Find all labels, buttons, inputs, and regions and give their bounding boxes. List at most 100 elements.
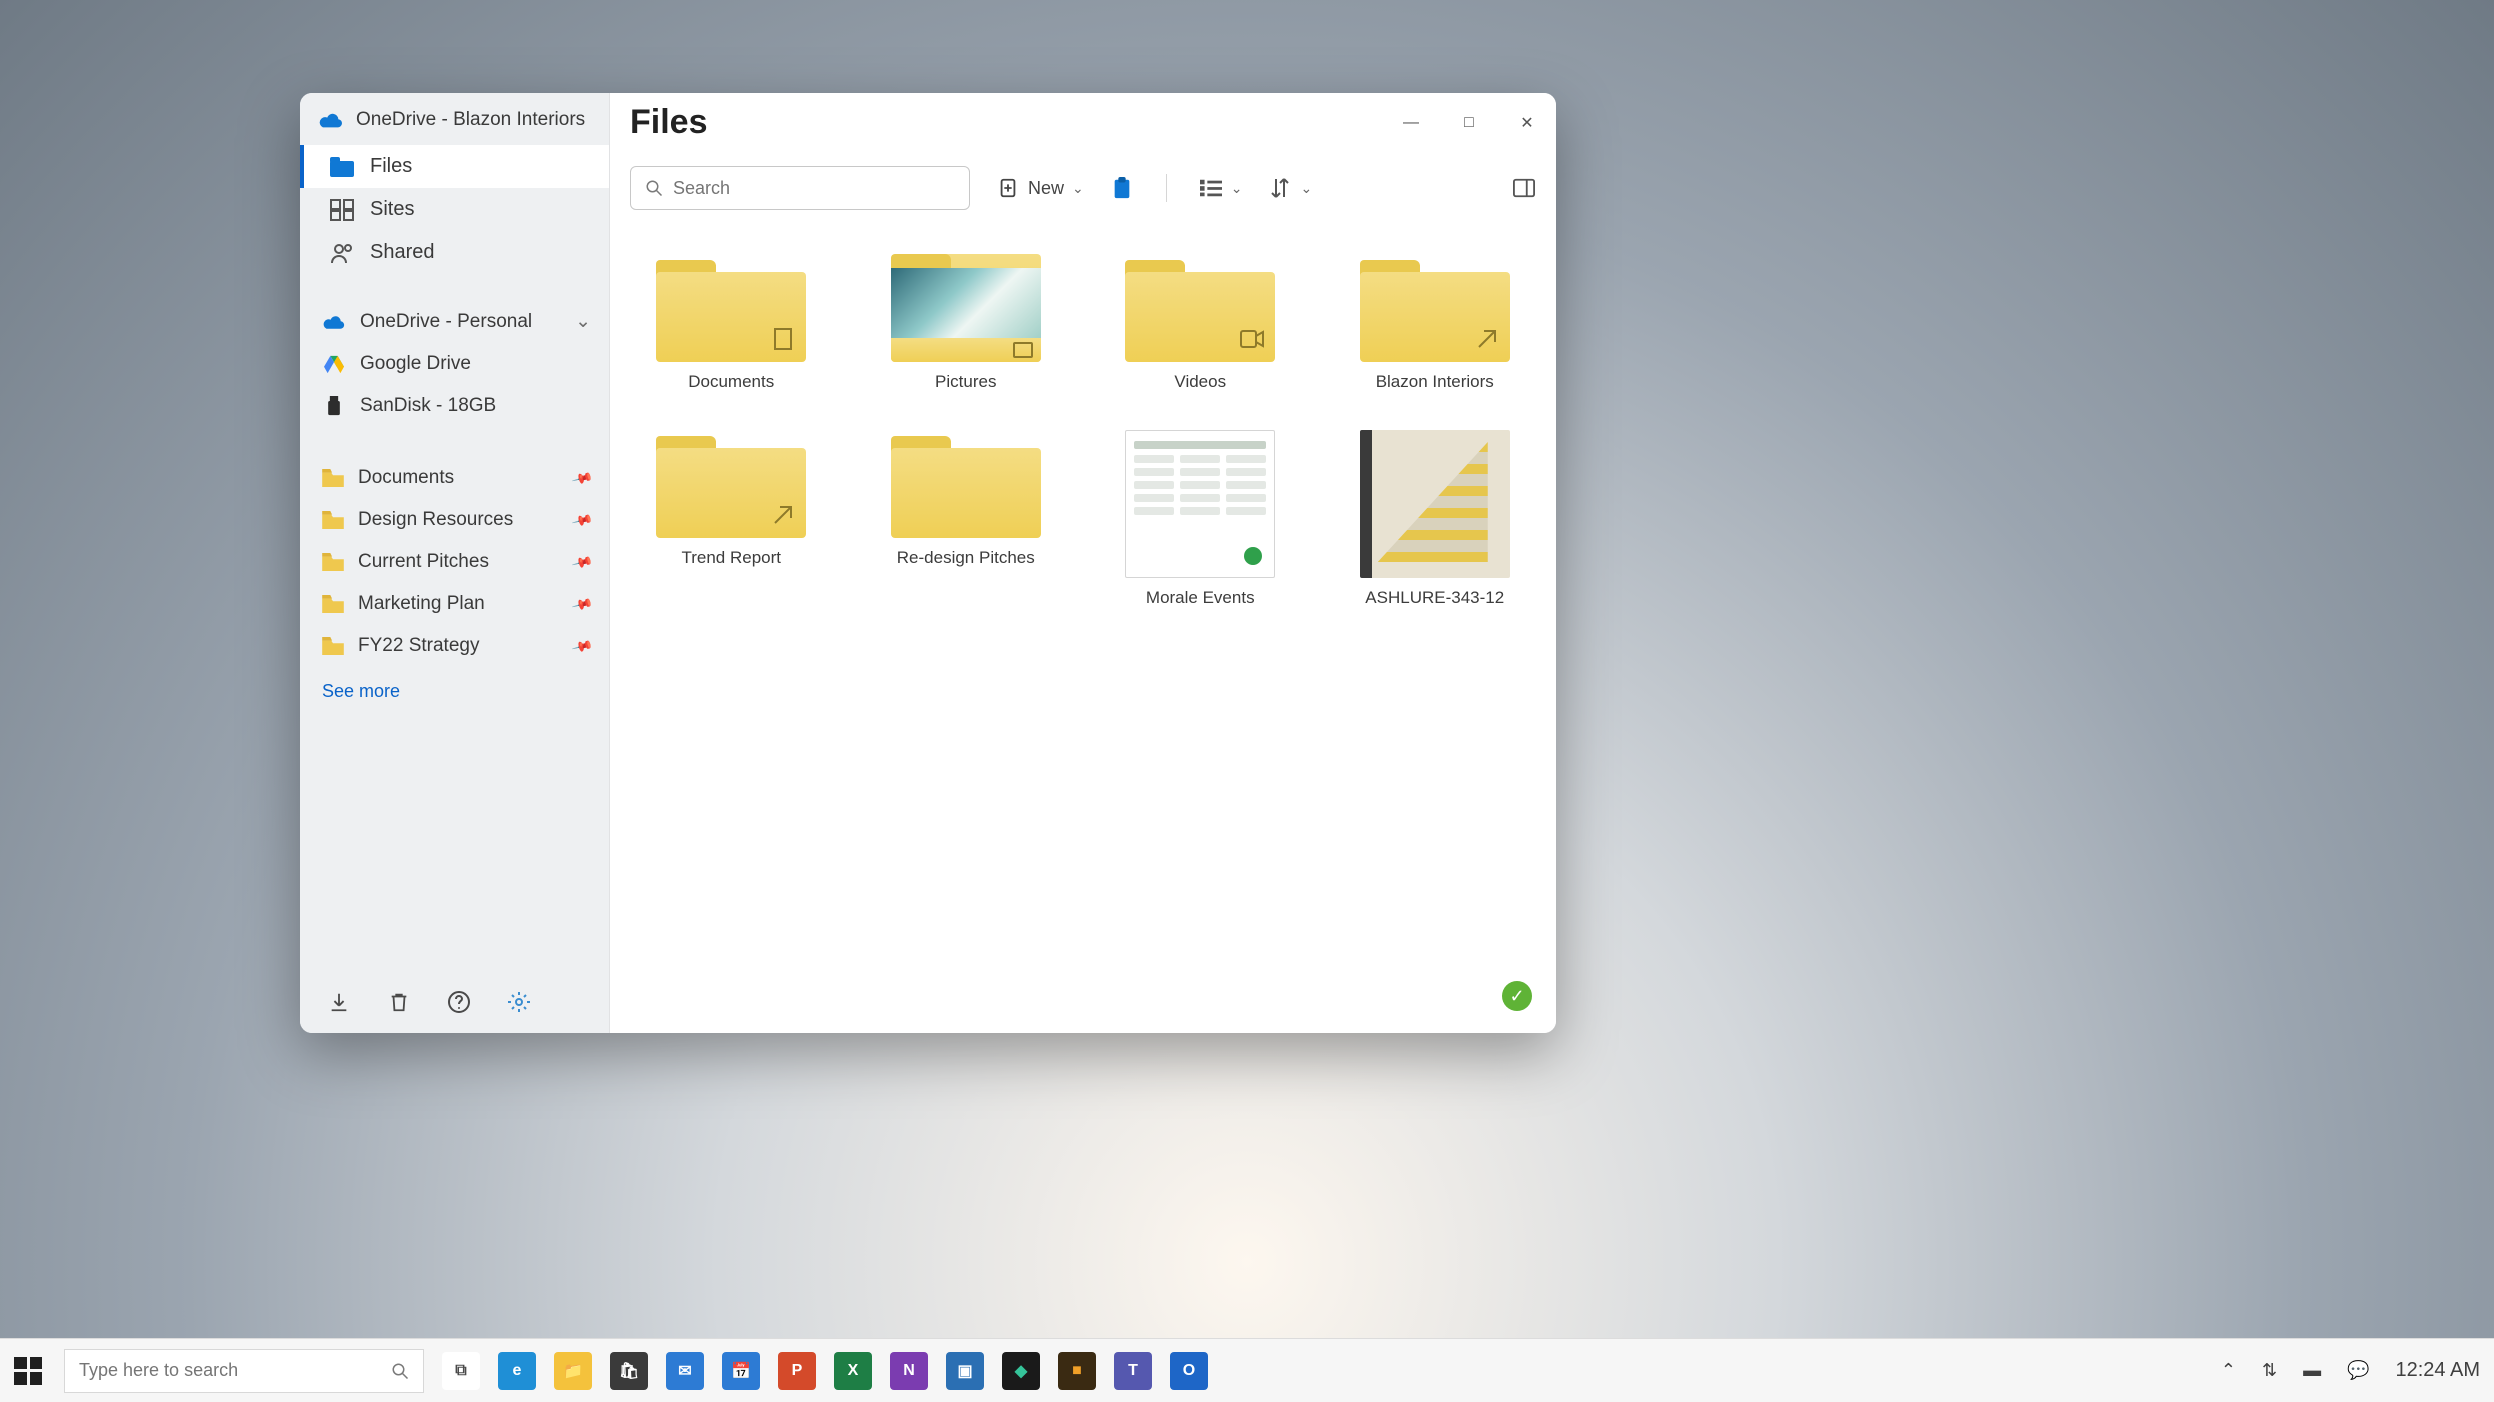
pinned-current-pitches[interactable]: Current Pitches 📌 — [300, 541, 609, 583]
nav-shared[interactable]: Shared — [300, 231, 609, 274]
search-box[interactable] — [630, 166, 970, 210]
tray-network-icon[interactable]: ⇅ — [2262, 1360, 2277, 1381]
taskbar-app-powerpoint[interactable]: P — [778, 1352, 816, 1390]
taskbar-app-edge[interactable]: e — [498, 1352, 536, 1390]
folder-pictures[interactable]: Pictures — [867, 254, 1066, 392]
folder-icon — [656, 254, 806, 362]
account-sandisk[interactable]: SanDisk - 18GB — [300, 385, 609, 427]
taskbar-app-excel[interactable]: X — [834, 1352, 872, 1390]
new-button[interactable]: New ⌄ — [996, 176, 1084, 200]
chevron-down-icon: ⌄ — [1300, 180, 1312, 197]
taskbar-app-photos[interactable]: ▣ — [946, 1352, 984, 1390]
new-icon — [996, 176, 1020, 200]
window-controls: — □ ✕ — [1396, 108, 1542, 138]
folder-blazon-interiors[interactable]: Blazon Interiors — [1336, 254, 1535, 392]
shared-icon — [330, 242, 354, 264]
file-ashlure[interactable]: ASHLURE-343-12 — [1336, 430, 1535, 608]
folder-documents[interactable]: Documents — [632, 254, 831, 392]
file-label: Videos — [1174, 372, 1226, 392]
folder-icon — [891, 430, 1041, 538]
file-label: Pictures — [935, 372, 996, 392]
taskbar-apps: ⧉ e 📁 🛍 ✉ 📅 PXN ▣ ◆ ■ TO — [442, 1352, 1208, 1390]
image-thumbnail — [1360, 430, 1510, 578]
taskbar-app-app-a[interactable]: ◆ — [1002, 1352, 1040, 1390]
tray-chevron-icon[interactable]: ⌃ — [2221, 1360, 2236, 1381]
account-label: SanDisk - 18GB — [360, 395, 496, 417]
start-button[interactable] — [14, 1357, 42, 1385]
folder-icon — [322, 469, 344, 487]
search-icon — [645, 179, 663, 197]
taskbar-app-task-view[interactable]: ⧉ — [442, 1352, 480, 1390]
taskbar-search-input[interactable] — [79, 1360, 381, 1381]
taskbar-app-teams[interactable]: T — [1114, 1352, 1152, 1390]
pinned-design-resources[interactable]: Design Resources 📌 — [300, 499, 609, 541]
maximize-button[interactable]: □ — [1454, 108, 1484, 138]
taskbar-app-file-explorer[interactable]: 📁 — [554, 1352, 592, 1390]
view-button[interactable]: ⌄ — [1199, 176, 1243, 200]
nav-sites[interactable]: Sites — [300, 188, 609, 231]
sidebar-account-header[interactable]: OneDrive - Blazon Interiors — [300, 93, 609, 145]
main-pane: Files — □ ✕ New ⌄ ⌄ — [610, 93, 1556, 1033]
taskbar-app-outlook[interactable]: O — [1170, 1352, 1208, 1390]
taskbar-app-onenote[interactable]: N — [890, 1352, 928, 1390]
close-button[interactable]: ✕ — [1512, 108, 1542, 138]
pinned-section: Documents 📌 Design Resources 📌 Current P… — [300, 427, 609, 667]
sidebar-footer — [300, 971, 609, 1033]
tray-notifications-icon[interactable]: 💬 — [2347, 1360, 2369, 1381]
file-morale-events[interactable]: Morale Events — [1101, 430, 1300, 608]
see-more-link[interactable]: See more — [300, 667, 609, 716]
taskbar-app-store[interactable]: 🛍 — [610, 1352, 648, 1390]
folder-redesign-pitches[interactable]: Re-design Pitches — [867, 430, 1066, 608]
sort-button[interactable]: ⌄ — [1268, 176, 1312, 200]
chevron-down-icon: ⌄ — [575, 310, 591, 333]
chevron-down-icon: ⌄ — [1072, 180, 1084, 197]
details-icon — [1512, 176, 1536, 200]
nav-files[interactable]: Files — [300, 145, 609, 188]
pin-icon: 📌 — [570, 508, 594, 531]
pinned-label: Documents — [358, 467, 454, 489]
account-onedrive-personal[interactable]: OneDrive - Personal ⌄ — [300, 300, 609, 343]
paste-button[interactable] — [1110, 176, 1134, 200]
taskbar-app-mail[interactable]: ✉ — [666, 1352, 704, 1390]
tray-battery-icon[interactable]: ▬ — [2303, 1360, 2321, 1381]
taskbar-app-calendar[interactable]: 📅 — [722, 1352, 760, 1390]
clock[interactable]: 12:24 AM — [2395, 1359, 2480, 1382]
folder-trend-report[interactable]: Trend Report — [632, 430, 831, 608]
gear-icon — [507, 990, 531, 1014]
help-icon — [447, 990, 471, 1014]
minimize-button[interactable]: — — [1396, 108, 1426, 138]
settings-button[interactable] — [506, 989, 532, 1015]
taskbar-search[interactable] — [64, 1349, 424, 1393]
help-button[interactable] — [446, 989, 472, 1015]
details-pane-button[interactable] — [1512, 176, 1536, 200]
pinned-label: Marketing Plan — [358, 593, 485, 615]
pinned-documents[interactable]: Documents 📌 — [300, 457, 609, 499]
taskbar-app-app-b[interactable]: ■ — [1058, 1352, 1096, 1390]
clipboard-icon — [1110, 176, 1134, 200]
download-icon — [328, 991, 350, 1013]
folder-icon — [322, 511, 344, 529]
pin-icon: 📌 — [570, 466, 594, 489]
file-label: Morale Events — [1146, 588, 1255, 608]
pinned-marketing-plan[interactable]: Marketing Plan 📌 — [300, 583, 609, 625]
sync-status-icon[interactable]: ✓ — [1502, 981, 1532, 1011]
downloads-button[interactable] — [326, 989, 352, 1015]
pinned-label: FY22 Strategy — [358, 635, 479, 657]
folder-icon — [322, 553, 344, 571]
pinned-fy22-strategy[interactable]: FY22 Strategy 📌 — [300, 625, 609, 667]
pinned-label: Current Pitches — [358, 551, 489, 573]
toolbar: New ⌄ ⌄ ⌄ — [610, 142, 1556, 218]
folder-videos[interactable]: Videos — [1101, 254, 1300, 392]
pin-icon: 📌 — [570, 592, 594, 615]
account-google-drive[interactable]: Google Drive — [300, 343, 609, 385]
pinned-label: Design Resources — [358, 509, 513, 531]
files-grid: Documents Pictures Videos Blazon Interio… — [610, 218, 1556, 644]
folder-icon — [322, 595, 344, 613]
trash-button[interactable] — [386, 989, 412, 1015]
view-icon — [1199, 176, 1223, 200]
accounts-section: OneDrive - Personal ⌄ Google Drive SanDi… — [300, 274, 609, 427]
sidebar: OneDrive - Blazon Interiors Files Sites … — [300, 93, 610, 1033]
new-label: New — [1028, 178, 1064, 199]
search-input[interactable] — [673, 178, 955, 199]
system-tray: ⌃ ⇅ ▬ 💬 12:24 AM — [2221, 1359, 2480, 1382]
